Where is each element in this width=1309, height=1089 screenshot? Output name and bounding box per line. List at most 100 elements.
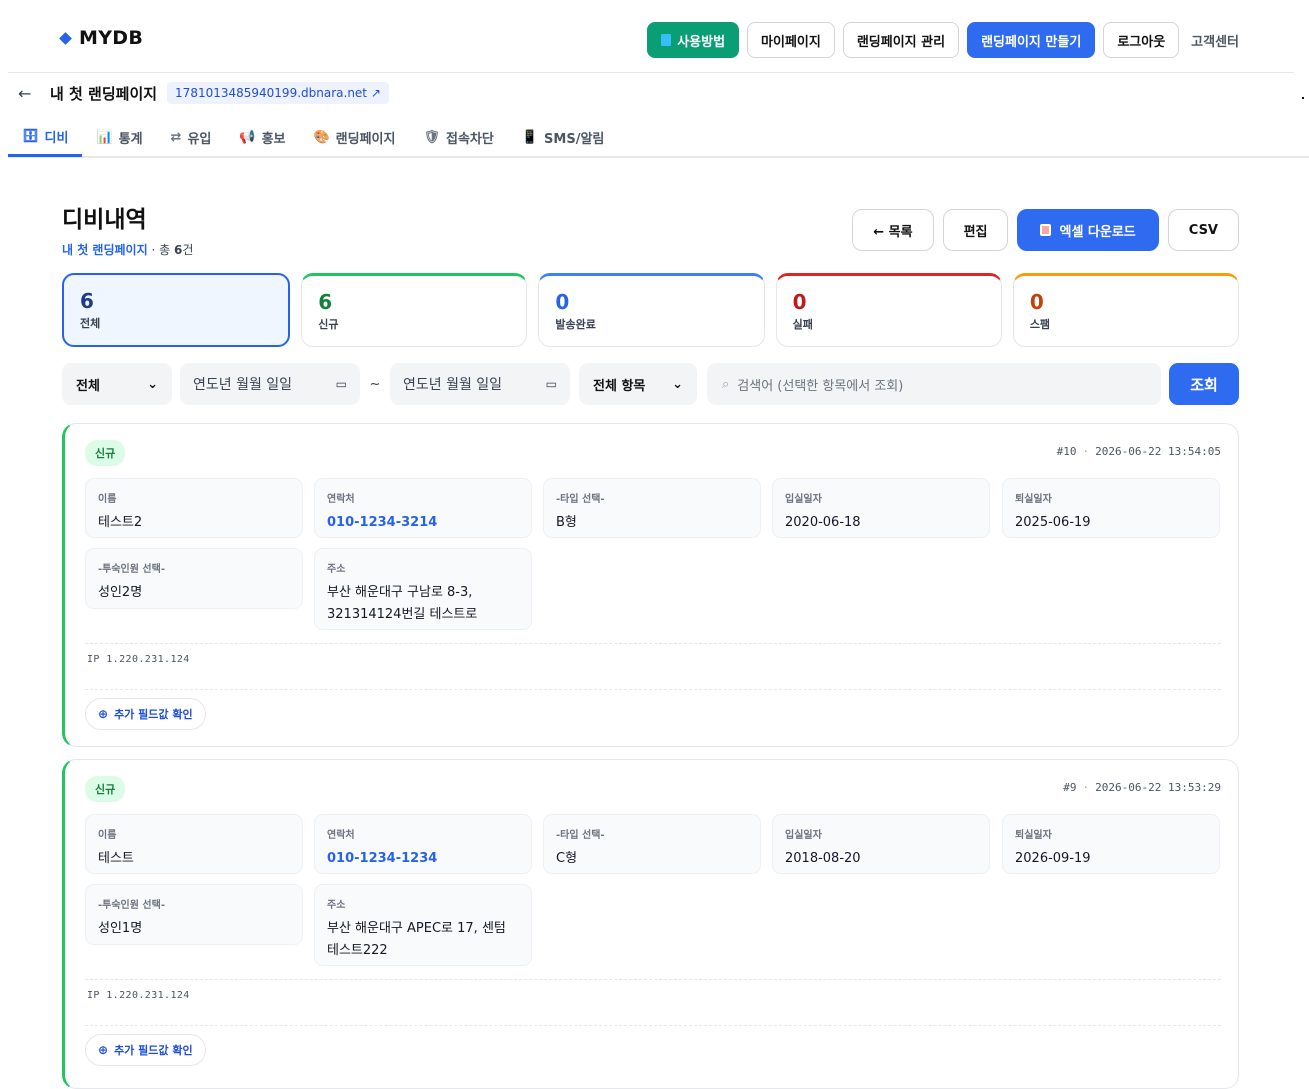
field-label: 연락처: [327, 494, 355, 505]
landing-create-button[interactable]: 랜딩페이지 만들기: [967, 22, 1096, 58]
edit-button[interactable]: 편집: [942, 209, 1009, 251]
field-label: -타입 선택-: [556, 830, 605, 841]
record-field: -투숙인원 선택- 성인2명: [85, 548, 303, 609]
csv-button[interactable]: CSV: [1167, 209, 1239, 251]
ip-address: IP 1.220.231.124: [87, 990, 190, 1001]
more-fields-label: 추가 필드값 확인: [114, 708, 193, 721]
database-icon: 🗄: [22, 128, 39, 144]
tab-2[interactable]: ⇄ 유입: [157, 118, 226, 157]
field-value-line: 2020-06-18: [785, 515, 861, 530]
phone-link[interactable]: 010-1234-1234: [327, 848, 519, 870]
stat-count: 0: [555, 290, 570, 314]
support-link[interactable]: 고객센터: [1191, 31, 1239, 50]
search-input[interactable]: ⌕ 검색어 (선택한 항목에서 조회): [707, 363, 1161, 405]
record-field: -타입 선택- C형: [543, 814, 761, 874]
page-url-link[interactable]: 1781013485940199.dbnara.net ↗: [167, 82, 389, 104]
record-field: 이름 테스트: [85, 814, 303, 874]
logo[interactable]: MYDB: [59, 27, 144, 49]
record-time: 2026-06-22 13:54:05: [1095, 445, 1221, 458]
logout-button[interactable]: 로그아웃: [1103, 22, 1180, 58]
back-arrow-icon[interactable]: ←: [18, 84, 40, 103]
excel-label: 엑셀 다운로드: [1059, 224, 1136, 240]
date-to-input[interactable]: 연도년 월월 일일 ▭: [390, 363, 570, 405]
field-value: 부산 해운대구 구남로 8-3, 321314124번길 테스트로: [327, 582, 519, 626]
field-value: B형: [556, 512, 748, 534]
stat-card[interactable]: 6 신규: [301, 273, 528, 347]
page-url: 1781013485940199.dbnara.net: [175, 86, 368, 100]
field-value: 전체 항목: [593, 378, 646, 394]
record-field: 입실일자 2018-08-20: [772, 814, 990, 874]
field-value-line: 성인1명: [98, 921, 143, 936]
search-button[interactable]: 조회: [1169, 363, 1239, 405]
stat-card[interactable]: 0 스팸: [1012, 273, 1240, 347]
stat-card[interactable]: 6 전체: [62, 273, 291, 347]
tab-label: 접속차단: [446, 132, 494, 147]
mypage-button[interactable]: 마이페이지: [747, 22, 835, 58]
stat-label: 실패: [792, 318, 813, 331]
stat-count: 0: [792, 290, 807, 314]
shield-icon: 🛡: [423, 130, 440, 145]
guide-label: 사용방법: [677, 34, 726, 50]
action-buttons: ← 목록 편집 엑셀 다운로드 CSV: [852, 209, 1239, 251]
divider: [85, 643, 1221, 644]
chart-icon: 📊: [96, 130, 113, 145]
list-button[interactable]: ← 목록: [852, 209, 934, 251]
tab-label: 통계: [118, 132, 143, 147]
tab-5[interactable]: 🛡 접속차단: [409, 118, 507, 157]
excel-download-button[interactable]: 엑셀 다운로드: [1017, 209, 1159, 251]
field-value-line: 2026-09-19: [1015, 851, 1091, 866]
edge-dot: [1302, 97, 1304, 99]
record-field: 연락처 010-1234-1234: [314, 814, 532, 874]
brand-name: MYDB: [79, 27, 144, 49]
tab-6[interactable]: 📱 SMS/알림: [508, 118, 619, 157]
more-fields-button[interactable]: ⊕ 추가 필드값 확인: [85, 1034, 206, 1066]
flow-icon: ⇄: [170, 130, 182, 145]
tab-0[interactable]: 🗄 디비: [8, 118, 83, 157]
landing-manage-button[interactable]: 랜딩페이지 관리: [842, 22, 960, 58]
breadcrumb-landing-link[interactable]: 내 첫 랜딩페이지: [62, 243, 148, 257]
stat-cards: 6 전체 6 신규 0 발송완료 0 실패 0 스팸: [62, 273, 1240, 347]
calendar-icon: ▭: [335, 377, 347, 391]
record-id: #10: [1056, 445, 1077, 458]
record-time: 2026-06-22 13:53:29: [1095, 781, 1221, 794]
field-value-line: 부산 해운대구 APEC로 17, 센텀: [327, 921, 506, 936]
divider: [85, 979, 1221, 980]
more-fields-button[interactable]: ⊕ 추가 필드값 확인: [85, 698, 206, 730]
page-title-row: ← 내 첫 랜딩페이지 1781013485940199.dbnara.net …: [18, 82, 389, 104]
field-label: 연락처: [327, 830, 355, 841]
diamond-icon: [59, 31, 72, 45]
status-select[interactable]: 전체 ⌄: [62, 363, 172, 405]
tab-3[interactable]: 📢 홍보: [225, 118, 299, 157]
status-value: 전체: [76, 378, 100, 394]
stat-count: 6: [80, 289, 94, 313]
record-meta: #10 · 2026-06-22 13:54:05: [1057, 445, 1221, 458]
field-label: -투숙인원 선택-: [98, 564, 165, 575]
field-select[interactable]: 전체 항목 ⌄: [579, 363, 697, 405]
stat-label: 스팸: [1029, 318, 1051, 331]
record-field: 연락처 010-1234-3214: [314, 478, 532, 538]
stat-card[interactable]: 0 발송완료: [538, 273, 765, 347]
tab-label: 디비: [44, 130, 69, 146]
tab-1[interactable]: 📊 통계: [82, 118, 156, 157]
tab-4[interactable]: 🎨 랜딩페이지: [299, 118, 409, 157]
filter-bar: 전체 ⌄ 연도년 월월 일일 ▭ ~ 연도년 월월 일일 ▭ 전체 항목 ⌄ ⌕ 검색어 …: [62, 363, 1239, 405]
chevron-down-icon: ⌄: [672, 376, 683, 392]
date-from-input[interactable]: 연도년 월월 일일 ▭: [180, 363, 360, 405]
stat-label: 발송완료: [555, 318, 596, 331]
more-fields-label: 추가 필드값 확인: [114, 1044, 193, 1057]
record-field: 퇴실일자 2025-06-19: [1002, 478, 1220, 538]
phone-link[interactable]: 010-1234-3214: [327, 512, 519, 534]
guide-button[interactable]: 사용방법: [647, 22, 740, 58]
stat-card[interactable]: 0 실패: [775, 273, 1002, 347]
field-value-line: C형: [556, 851, 578, 866]
field-label: 퇴실일자: [1015, 494, 1052, 505]
field-value-line: 성인2명: [98, 585, 143, 600]
field-label: 퇴실일자: [1015, 830, 1052, 841]
field-value: 2025-06-19: [1015, 512, 1207, 534]
total-prefix: · 총: [147, 243, 174, 257]
stat-label: 전체: [80, 317, 101, 330]
plus-circle-icon: ⊕: [98, 1043, 109, 1057]
divider: [85, 689, 1221, 690]
record-card: 신규 #9 · 2026-06-22 13:53:29 이름 테스트 연락처 010-1234…: [62, 759, 1239, 1089]
field-value: 테스트: [98, 848, 290, 870]
